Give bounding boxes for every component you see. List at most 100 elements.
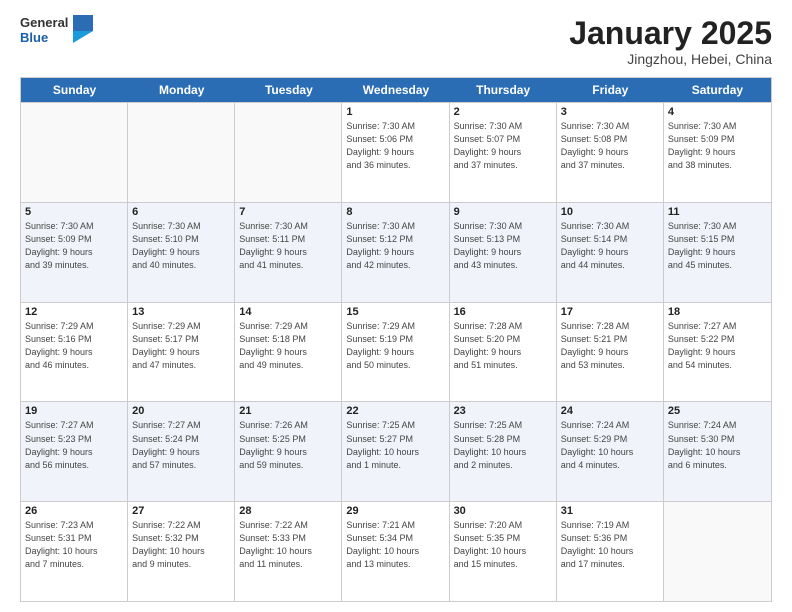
day-number: 25 bbox=[668, 405, 767, 417]
logo: General Blue bbox=[20, 16, 93, 46]
day-number: 18 bbox=[668, 306, 767, 318]
day-number: 24 bbox=[561, 405, 659, 417]
day-number: 9 bbox=[454, 206, 552, 218]
day-info: Sunrise: 7:25 AM Sunset: 5:27 PM Dayligh… bbox=[346, 419, 444, 471]
cal-cell-3-6: 25 Sunrise: 7:24 AM Sunset: 5:30 PM Dayli… bbox=[664, 402, 771, 501]
day-number: 19 bbox=[25, 405, 123, 417]
logo-flag-icon bbox=[71, 15, 93, 43]
cal-cell-1-2: 7 Sunrise: 7:30 AM Sunset: 5:11 PM Daylig… bbox=[235, 203, 342, 302]
header-saturday: Saturday bbox=[664, 78, 771, 102]
day-info: Sunrise: 7:30 AM Sunset: 5:06 PM Dayligh… bbox=[346, 120, 444, 172]
day-info: Sunrise: 7:30 AM Sunset: 5:09 PM Dayligh… bbox=[25, 220, 123, 272]
cal-cell-0-0 bbox=[21, 103, 128, 202]
cal-cell-4-3: 29 Sunrise: 7:21 AM Sunset: 5:34 PM Dayli… bbox=[342, 502, 449, 601]
day-info: Sunrise: 7:20 AM Sunset: 5:35 PM Dayligh… bbox=[454, 519, 552, 571]
cal-cell-1-0: 5 Sunrise: 7:30 AM Sunset: 5:09 PM Daylig… bbox=[21, 203, 128, 302]
day-info: Sunrise: 7:30 AM Sunset: 5:15 PM Dayligh… bbox=[668, 220, 767, 272]
day-info: Sunrise: 7:30 AM Sunset: 5:11 PM Dayligh… bbox=[239, 220, 337, 272]
cal-cell-4-4: 30 Sunrise: 7:20 AM Sunset: 5:35 PM Dayli… bbox=[450, 502, 557, 601]
cal-cell-1-4: 9 Sunrise: 7:30 AM Sunset: 5:13 PM Daylig… bbox=[450, 203, 557, 302]
header-thursday: Thursday bbox=[450, 78, 557, 102]
day-info: Sunrise: 7:30 AM Sunset: 5:14 PM Dayligh… bbox=[561, 220, 659, 272]
day-number: 8 bbox=[346, 206, 444, 218]
day-number: 11 bbox=[668, 206, 767, 218]
title-block: January 2025 Jingzhou, Hebei, China bbox=[569, 16, 772, 67]
cal-cell-1-3: 8 Sunrise: 7:30 AM Sunset: 5:12 PM Daylig… bbox=[342, 203, 449, 302]
calendar-row-5: 26 Sunrise: 7:23 AM Sunset: 5:31 PM Dayli… bbox=[21, 501, 771, 601]
day-info: Sunrise: 7:30 AM Sunset: 5:13 PM Dayligh… bbox=[454, 220, 552, 272]
cal-cell-0-1 bbox=[128, 103, 235, 202]
cal-cell-3-5: 24 Sunrise: 7:24 AM Sunset: 5:29 PM Dayli… bbox=[557, 402, 664, 501]
day-info: Sunrise: 7:23 AM Sunset: 5:31 PM Dayligh… bbox=[25, 519, 123, 571]
day-number: 13 bbox=[132, 306, 230, 318]
day-number: 3 bbox=[561, 106, 659, 118]
cal-cell-3-2: 21 Sunrise: 7:26 AM Sunset: 5:25 PM Dayli… bbox=[235, 402, 342, 501]
day-info: Sunrise: 7:19 AM Sunset: 5:36 PM Dayligh… bbox=[561, 519, 659, 571]
day-number: 15 bbox=[346, 306, 444, 318]
day-info: Sunrise: 7:28 AM Sunset: 5:20 PM Dayligh… bbox=[454, 320, 552, 372]
cal-cell-2-3: 15 Sunrise: 7:29 AM Sunset: 5:19 PM Dayli… bbox=[342, 303, 449, 402]
day-number: 27 bbox=[132, 505, 230, 517]
calendar-row-3: 12Sunrise: 7:29 AM Sunset: 5:16 PM Dayli… bbox=[21, 302, 771, 402]
cal-cell-3-1: 20Sunrise: 7:27 AM Sunset: 5:24 PM Dayli… bbox=[128, 402, 235, 501]
day-number: 30 bbox=[454, 505, 552, 517]
day-number: 5 bbox=[25, 206, 123, 218]
cal-cell-4-2: 28Sunrise: 7:22 AM Sunset: 5:33 PM Dayli… bbox=[235, 502, 342, 601]
cal-cell-1-1: 6Sunrise: 7:30 AM Sunset: 5:10 PM Daylig… bbox=[128, 203, 235, 302]
calendar-row-4: 19Sunrise: 7:27 AM Sunset: 5:23 PM Dayli… bbox=[21, 401, 771, 501]
day-info: Sunrise: 7:22 AM Sunset: 5:33 PM Dayligh… bbox=[239, 519, 337, 571]
day-info: Sunrise: 7:24 AM Sunset: 5:29 PM Dayligh… bbox=[561, 419, 659, 471]
cal-cell-3-3: 22 Sunrise: 7:25 AM Sunset: 5:27 PM Dayli… bbox=[342, 402, 449, 501]
logo-general: General bbox=[20, 16, 68, 31]
day-number: 4 bbox=[668, 106, 767, 118]
cal-cell-2-2: 14 Sunrise: 7:29 AM Sunset: 5:18 PM Dayli… bbox=[235, 303, 342, 402]
month-year-title: January 2025 bbox=[569, 16, 772, 51]
header-sunday: Sunday bbox=[21, 78, 128, 102]
day-info: Sunrise: 7:29 AM Sunset: 5:18 PM Dayligh… bbox=[239, 320, 337, 372]
day-number: 26 bbox=[25, 505, 123, 517]
header-tuesday: Tuesday bbox=[235, 78, 342, 102]
day-info: Sunrise: 7:24 AM Sunset: 5:30 PM Dayligh… bbox=[668, 419, 767, 471]
day-number: 6 bbox=[132, 206, 230, 218]
day-info: Sunrise: 7:30 AM Sunset: 5:07 PM Dayligh… bbox=[454, 120, 552, 172]
header-friday: Friday bbox=[557, 78, 664, 102]
page: General Blue January 2025 Jingzhou, Hebe… bbox=[0, 0, 792, 612]
day-info: Sunrise: 7:29 AM Sunset: 5:19 PM Dayligh… bbox=[346, 320, 444, 372]
cal-cell-4-0: 26 Sunrise: 7:23 AM Sunset: 5:31 PM Dayli… bbox=[21, 502, 128, 601]
day-info: Sunrise: 7:22 AM Sunset: 5:32 PM Dayligh… bbox=[132, 519, 230, 571]
day-number: 14 bbox=[239, 306, 337, 318]
cal-cell-4-1: 27 Sunrise: 7:22 AM Sunset: 5:32 PM Dayli… bbox=[128, 502, 235, 601]
cal-cell-0-3: 1 Sunrise: 7:30 AM Sunset: 5:06 PM Daylig… bbox=[342, 103, 449, 202]
day-number: 17 bbox=[561, 306, 659, 318]
day-info: Sunrise: 7:30 AM Sunset: 5:09 PM Dayligh… bbox=[668, 120, 767, 172]
cal-cell-4-6 bbox=[664, 502, 771, 601]
day-info: Sunrise: 7:21 AM Sunset: 5:34 PM Dayligh… bbox=[346, 519, 444, 571]
day-info: Sunrise: 7:25 AM Sunset: 5:28 PM Dayligh… bbox=[454, 419, 552, 471]
day-number: 22 bbox=[346, 405, 444, 417]
day-number: 7 bbox=[239, 206, 337, 218]
day-info: Sunrise: 7:26 AM Sunset: 5:25 PM Dayligh… bbox=[239, 419, 337, 471]
cal-cell-3-4: 23Sunrise: 7:25 AM Sunset: 5:28 PM Dayli… bbox=[450, 402, 557, 501]
day-number: 29 bbox=[346, 505, 444, 517]
calendar-body: 1 Sunrise: 7:30 AM Sunset: 5:06 PM Daylig… bbox=[21, 102, 771, 601]
cal-cell-2-4: 16 Sunrise: 7:28 AM Sunset: 5:20 PM Dayli… bbox=[450, 303, 557, 402]
day-number: 16 bbox=[454, 306, 552, 318]
day-info: Sunrise: 7:29 AM Sunset: 5:17 PM Dayligh… bbox=[132, 320, 230, 372]
day-info: Sunrise: 7:30 AM Sunset: 5:12 PM Dayligh… bbox=[346, 220, 444, 272]
cal-cell-1-5: 10 Sunrise: 7:30 AM Sunset: 5:14 PM Dayli… bbox=[557, 203, 664, 302]
day-info: Sunrise: 7:29 AM Sunset: 5:16 PM Dayligh… bbox=[25, 320, 123, 372]
cal-cell-2-1: 13 Sunrise: 7:29 AM Sunset: 5:17 PM Dayli… bbox=[128, 303, 235, 402]
day-info: Sunrise: 7:28 AM Sunset: 5:21 PM Dayligh… bbox=[561, 320, 659, 372]
calendar-row-1: 1 Sunrise: 7:30 AM Sunset: 5:06 PM Daylig… bbox=[21, 102, 771, 202]
day-number: 1 bbox=[346, 106, 444, 118]
cal-cell-0-6: 4 Sunrise: 7:30 AM Sunset: 5:09 PM Daylig… bbox=[664, 103, 771, 202]
cal-cell-4-5: 31Sunrise: 7:19 AM Sunset: 5:36 PM Dayli… bbox=[557, 502, 664, 601]
day-number: 10 bbox=[561, 206, 659, 218]
cal-cell-0-5: 3Sunrise: 7:30 AM Sunset: 5:08 PM Daylig… bbox=[557, 103, 664, 202]
day-info: Sunrise: 7:27 AM Sunset: 5:22 PM Dayligh… bbox=[668, 320, 767, 372]
day-number: 21 bbox=[239, 405, 337, 417]
cal-cell-2-0: 12Sunrise: 7:29 AM Sunset: 5:16 PM Dayli… bbox=[21, 303, 128, 402]
cal-cell-3-0: 19Sunrise: 7:27 AM Sunset: 5:23 PM Dayli… bbox=[21, 402, 128, 501]
cal-cell-0-2 bbox=[235, 103, 342, 202]
cal-cell-1-6: 11 Sunrise: 7:30 AM Sunset: 5:15 PM Dayli… bbox=[664, 203, 771, 302]
